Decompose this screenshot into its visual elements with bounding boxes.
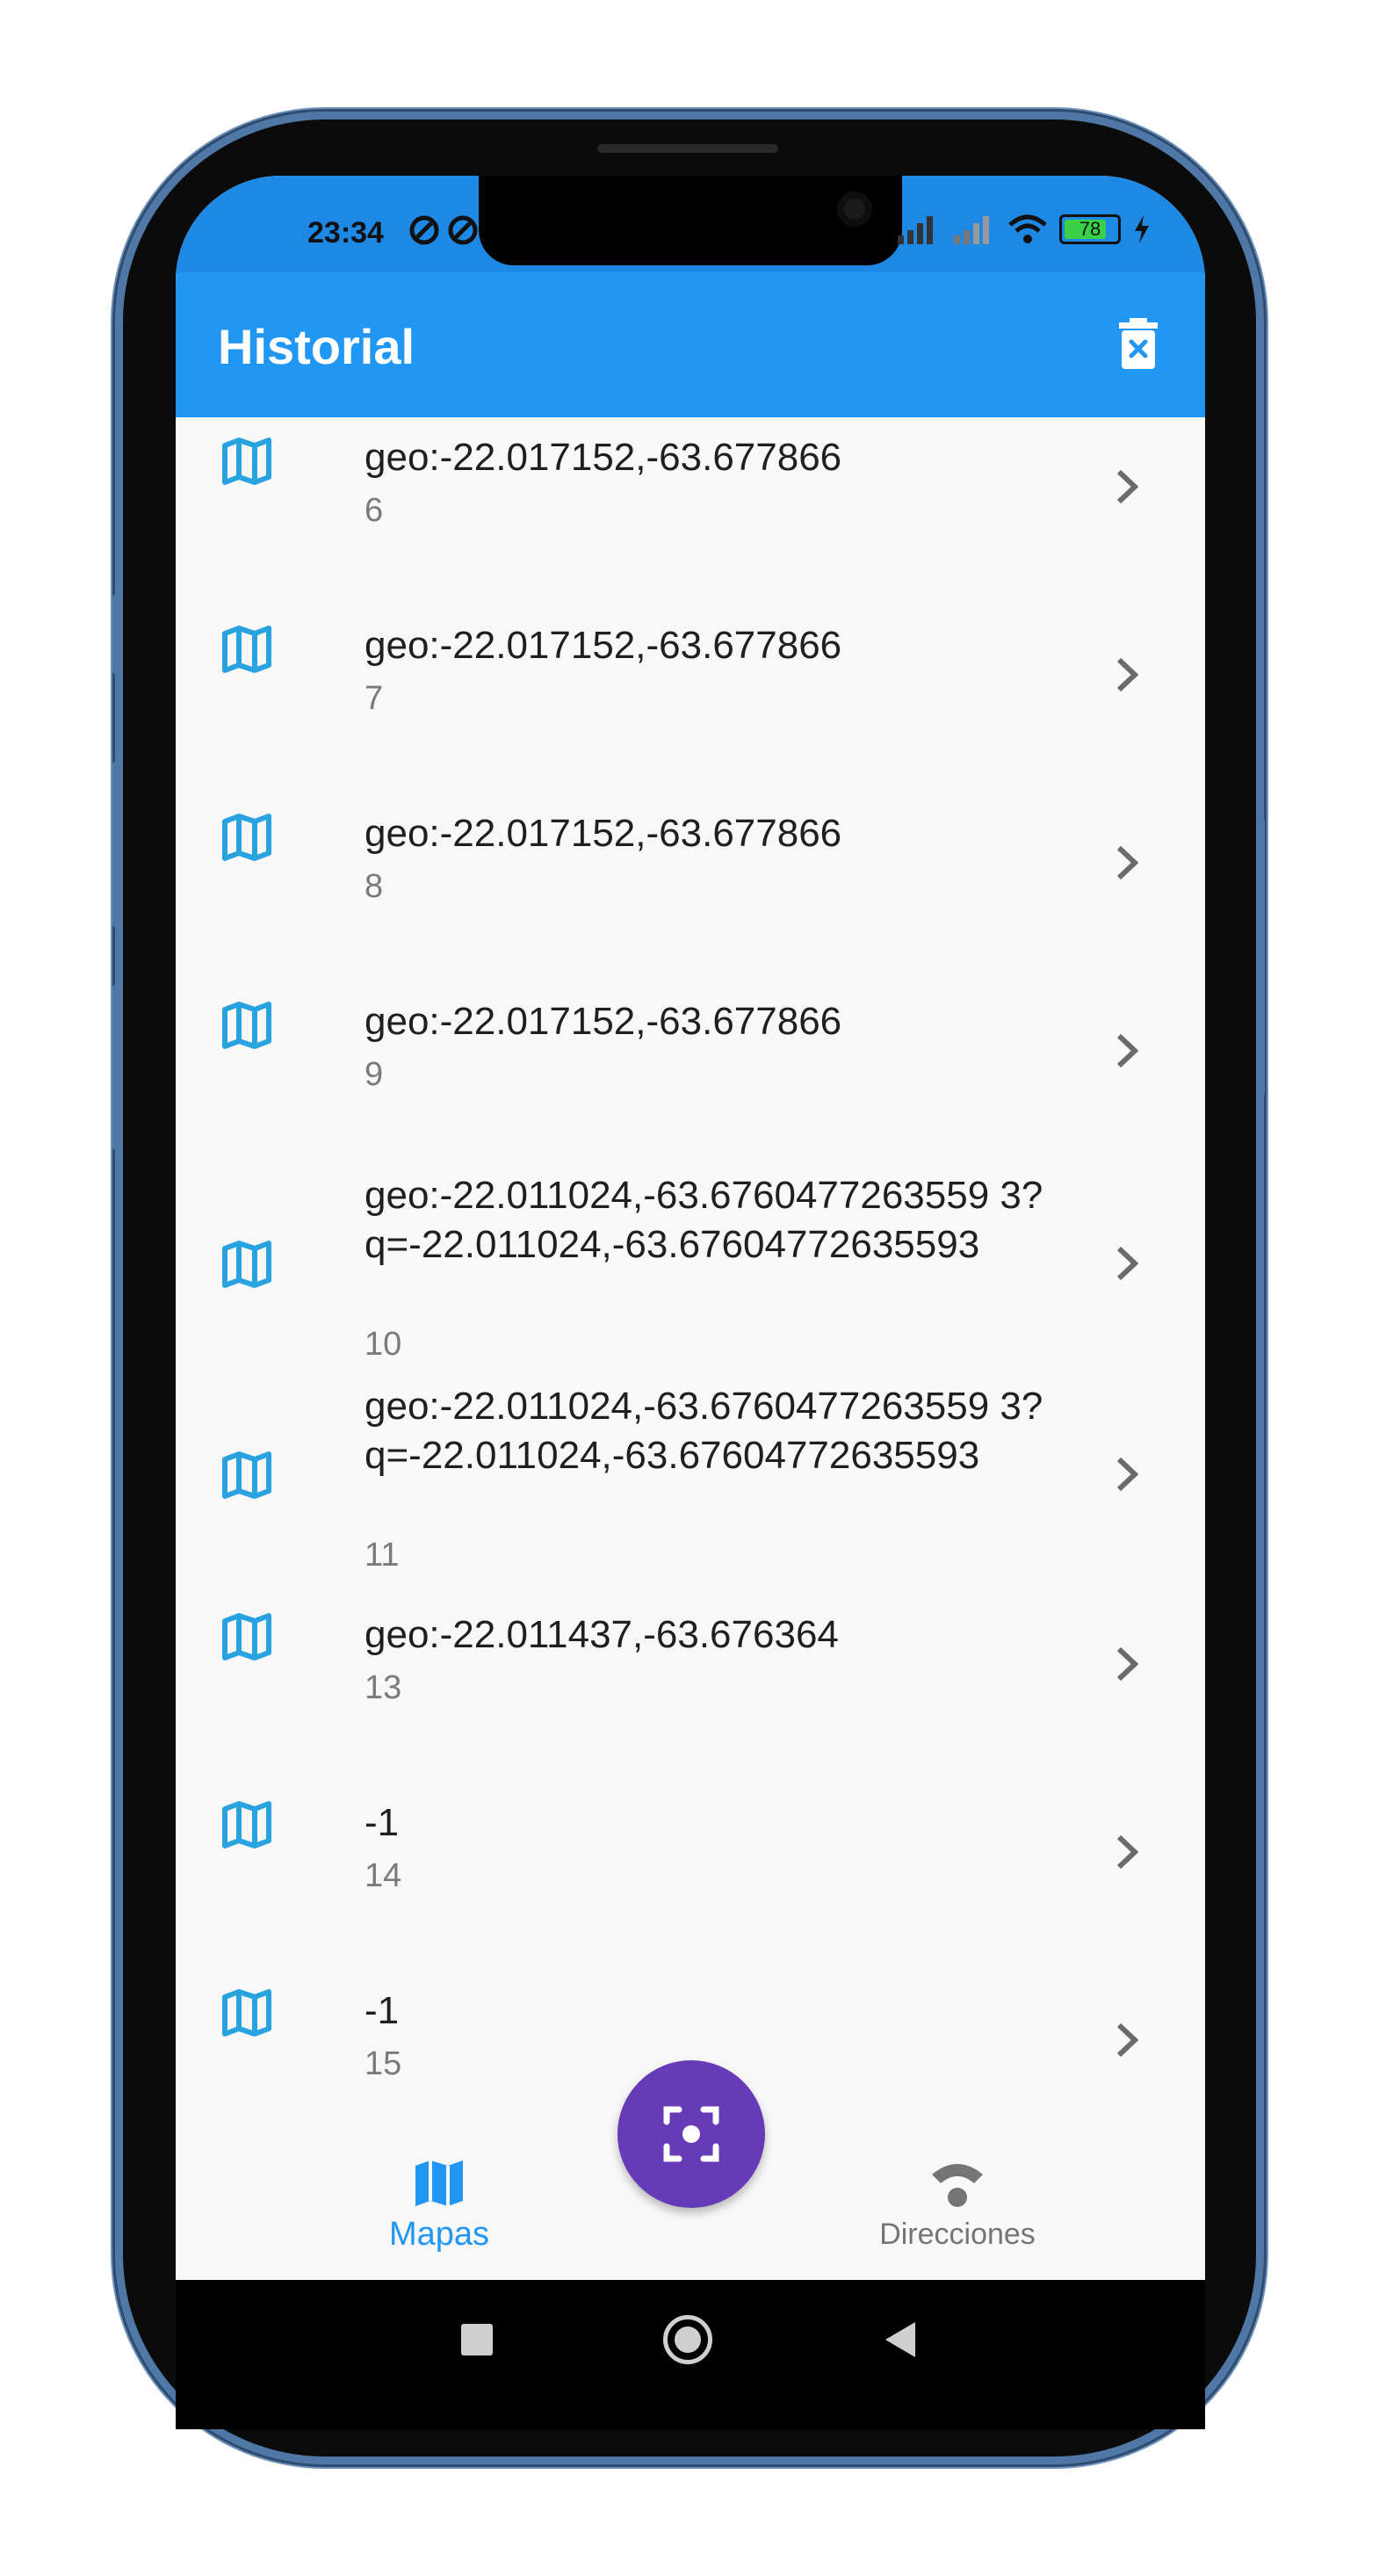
chevron-right-icon <box>1116 1834 1139 1870</box>
status-notification-icons <box>408 214 479 246</box>
scan-focus-icon <box>663 2106 719 2162</box>
list-item-title: -1 <box>365 1801 400 1844</box>
list-item[interactable]: geo:-22.011437,-63.676364 13 <box>176 1591 1205 1779</box>
scan-button[interactable] <box>617 2060 765 2208</box>
list-item-title: geo:-22.011437,-63.676364 <box>365 1613 839 1656</box>
status-system-icons: 78 <box>896 214 1151 244</box>
list-item-subtitle: 10 <box>365 1326 402 1363</box>
chevron-right-icon <box>1116 1646 1139 1682</box>
chevron-right-icon <box>1116 1246 1139 1281</box>
chevron-right-icon <box>1116 657 1139 692</box>
map-icon <box>222 814 271 861</box>
map-icon <box>222 1613 271 1661</box>
signal-weak-icon <box>954 216 989 244</box>
map-icon <box>222 1002 271 1049</box>
list-item-title: geo:-22.017152,-63.677866 <box>365 812 842 855</box>
map-icon <box>222 1451 271 1499</box>
wifi-status-icon <box>1008 214 1047 243</box>
chevron-right-icon <box>1116 2022 1139 2058</box>
chevron-right-icon <box>1116 1033 1139 1068</box>
battery-icon: 78 <box>1059 214 1121 244</box>
signal-icon <box>898 216 933 244</box>
list-item[interactable]: geo:-22.017152,-63.677866 6 <box>176 417 1205 605</box>
map-icon <box>222 1801 271 1849</box>
list-item-title: geo:-22.017152,-63.677866 <box>365 1000 842 1043</box>
back-icon[interactable] <box>885 2322 915 2357</box>
list-item-title: geo:-22.017152,-63.677866 <box>365 624 842 667</box>
status-time: 23:34 <box>307 216 384 250</box>
screen: 23:34 78 Historial geo:-22.017152,-63.67… <box>176 176 1205 2280</box>
list-item[interactable]: geo:-22.011024,-63.6760477263559 3? q=-2… <box>176 1380 1205 1591</box>
power-button <box>1256 817 1265 1096</box>
mute-switch <box>112 594 121 675</box>
list-item-title: geo:-22.011024,-63.6760477263559 3? q=-2… <box>365 1174 1043 1266</box>
list-item-title: geo:-22.017152,-63.677866 <box>365 436 842 479</box>
front-camera <box>837 192 872 227</box>
page-title: Historial <box>218 319 415 374</box>
list-item-subtitle: 14 <box>365 1857 402 1894</box>
map-icon <box>415 2160 463 2206</box>
recents-icon[interactable] <box>461 2324 493 2355</box>
list-item[interactable]: geo:-22.017152,-63.677866 7 <box>176 605 1205 793</box>
home-icon[interactable] <box>663 2315 712 2364</box>
camera-notch <box>479 176 902 265</box>
status-bar: 23:34 78 <box>176 176 1205 272</box>
list-item-subtitle: 7 <box>365 680 384 717</box>
chevron-right-icon <box>1116 469 1139 504</box>
wifi-icon <box>932 2164 983 2207</box>
map-icon <box>222 626 271 673</box>
nav-label-direcciones: Direcciones <box>879 2218 1036 2251</box>
list-item-subtitle: 6 <box>365 492 384 529</box>
chevron-right-icon <box>1116 1457 1139 1492</box>
list-item[interactable]: geo:-22.017152,-63.677866 9 <box>176 981 1205 1169</box>
list-item-subtitle: 13 <box>365 1669 402 1706</box>
chevron-right-icon <box>1116 845 1139 880</box>
nav-item-mapas[interactable]: Mapas <box>378 2157 501 2254</box>
list-item-subtitle: 15 <box>365 2045 402 2082</box>
list-item[interactable]: geo:-22.011024,-63.6760477263559 3? q=-2… <box>176 1169 1205 1380</box>
earpiece-speaker <box>597 144 778 153</box>
nav-label-mapas: Mapas <box>388 2216 490 2253</box>
list-item[interactable]: -1 14 <box>176 1779 1205 1967</box>
app-bar: Historial <box>176 272 1205 417</box>
map-icon <box>222 1989 271 2037</box>
volume-down-button <box>112 984 121 1151</box>
volume-up-button <box>112 761 121 928</box>
list-item-subtitle: 11 <box>365 1537 400 1574</box>
system-navigation-bar <box>176 2280 1205 2429</box>
trash-x-icon[interactable] <box>1117 318 1159 369</box>
charging-icon <box>1135 215 1149 243</box>
nav-item-direcciones[interactable]: Direcciones <box>852 2157 1063 2252</box>
list-item-title: geo:-22.011024,-63.6760477263559 3? q=-2… <box>365 1385 1043 1477</box>
list-item-subtitle: 8 <box>365 868 384 905</box>
battery-level: 78 <box>1079 218 1101 240</box>
list-item-subtitle: 9 <box>365 1056 384 1093</box>
sync-icon <box>409 215 439 245</box>
map-icon <box>222 1241 271 1288</box>
map-icon <box>222 438 271 485</box>
sync-icon <box>448 215 478 245</box>
list-item[interactable]: geo:-22.017152,-63.677866 8 <box>176 793 1205 981</box>
list-item-title: -1 <box>365 1989 400 2032</box>
